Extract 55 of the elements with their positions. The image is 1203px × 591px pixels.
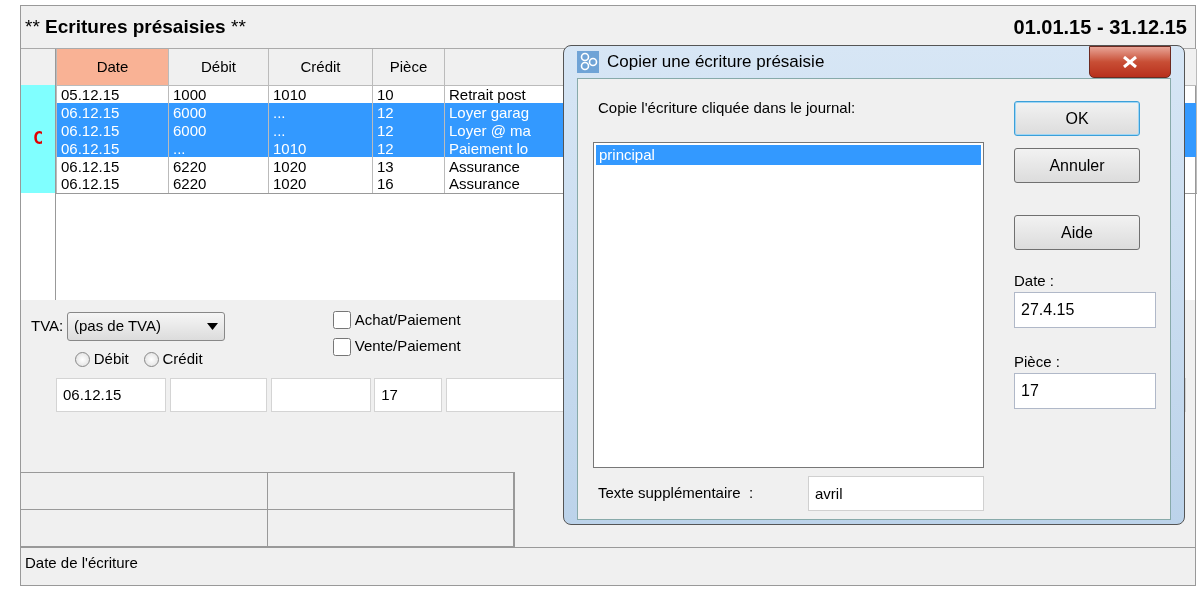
- table-cell: 12: [372, 121, 445, 139]
- table-cell: 6000: [168, 121, 269, 139]
- dialog-button[interactable]: OK: [1014, 101, 1140, 136]
- date-field[interactable]: 27.4.15: [1014, 292, 1156, 328]
- table-cell: ...: [268, 103, 373, 121]
- table-cell: ...: [168, 139, 269, 157]
- caret-icon: [207, 322, 218, 330]
- table-cell: ...: [268, 121, 373, 139]
- table-cell: 1020: [268, 157, 373, 175]
- column-header[interactable]: Débit: [168, 49, 269, 85]
- radio-button[interactable]: [143, 351, 159, 367]
- dialog-button[interactable]: Aide: [1014, 215, 1140, 250]
- entry-field[interactable]: [169, 378, 267, 412]
- table-cell: 06.12.15: [56, 175, 169, 193]
- table-cell: 06.12.15: [56, 121, 169, 139]
- dialog-title: Copier une écriture présaisie: [607, 51, 825, 74]
- table-cell: 1010: [268, 139, 373, 157]
- piece-field[interactable]: 17: [1014, 373, 1156, 409]
- date-label: Date :: [1014, 270, 1056, 291]
- app-icon: [577, 51, 599, 73]
- column-header[interactable]: Pièce: [372, 49, 445, 85]
- table-cell: 6000: [168, 103, 269, 121]
- table-cell: 1020: [268, 175, 373, 193]
- checkbox-label: Vente/Paiement: [354, 336, 461, 357]
- group-letter: C: [32, 127, 44, 151]
- table-cell: 12: [372, 103, 445, 121]
- entry-field[interactable]: 06.12.15: [56, 378, 166, 412]
- extra-text-label: Texte supplémentaire :: [598, 482, 755, 503]
- vat-label: TVA:: [31, 316, 64, 336]
- window-title: ** Ecritures présaisies **: [25, 14, 246, 39]
- period-label: 01.01.15 - 31.12.15: [1013, 15, 1187, 40]
- column-header[interactable]: Crédit: [268, 49, 373, 85]
- extra-text-field[interactable]: avril: [808, 475, 984, 511]
- entry-field[interactable]: [270, 378, 371, 412]
- dialog-button[interactable]: Annuler: [1014, 148, 1140, 183]
- column-header[interactable]: Date: [56, 49, 169, 85]
- table-cell: 06.12.15: [56, 103, 169, 121]
- piece-label: Pièce :: [1014, 351, 1061, 372]
- checkbox-label: Achat/Paiement: [354, 310, 461, 330]
- table-cell: 6220: [168, 157, 269, 175]
- checkbox[interactable]: [333, 337, 351, 356]
- table-cell: 06.12.15: [56, 139, 169, 157]
- checkbox[interactable]: [333, 311, 351, 330]
- table-cell: 6220: [168, 175, 269, 193]
- vat-dropdown[interactable]: (pas de TVA): [67, 312, 225, 341]
- radio-button[interactable]: [75, 351, 90, 367]
- entry-field[interactable]: 17: [374, 378, 443, 412]
- table-cell: 16: [372, 175, 445, 193]
- table-cell: 12: [372, 139, 445, 157]
- close-button[interactable]: [1089, 46, 1171, 78]
- radio-label: Débit: [93, 349, 129, 369]
- table-cell: 06.12.15: [56, 157, 169, 175]
- radio-label: Crédit: [162, 349, 203, 369]
- close-icon: [1123, 56, 1137, 68]
- table-cell: 13: [372, 157, 445, 175]
